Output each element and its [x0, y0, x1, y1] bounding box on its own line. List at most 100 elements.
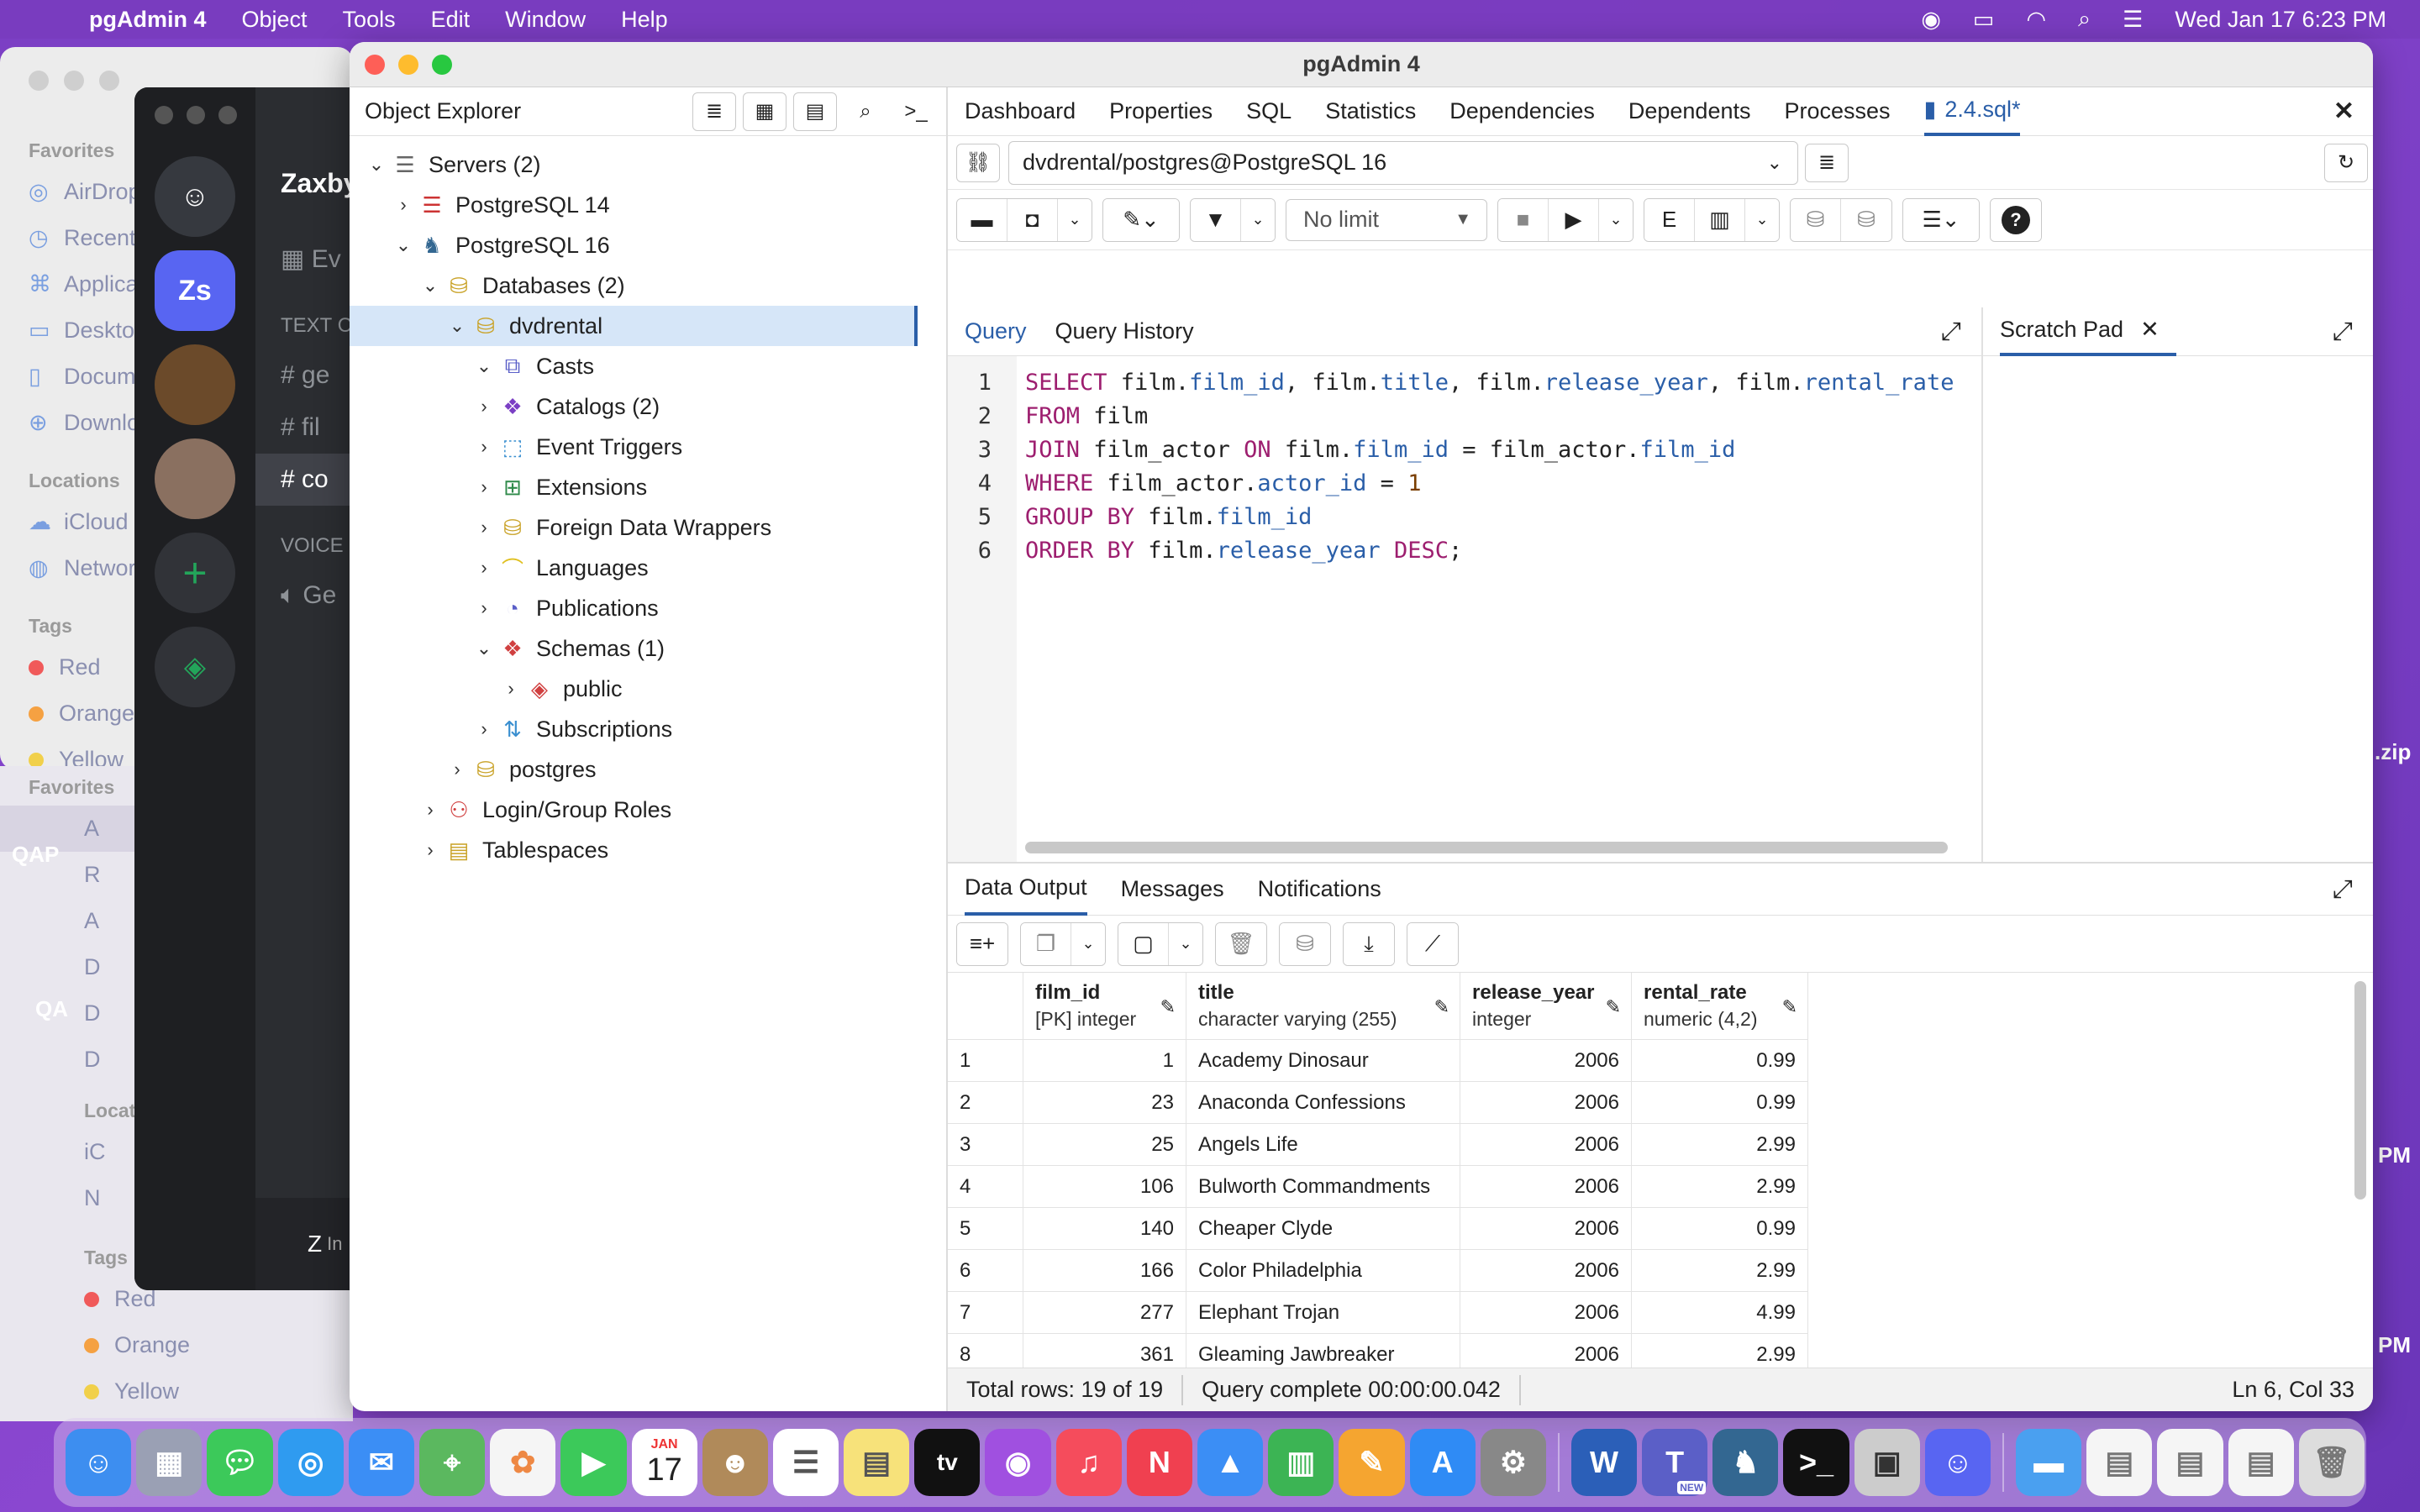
connection-status-button[interactable]: ⛓ — [956, 143, 1000, 182]
explorer-view-data-button[interactable]: ▦ — [743, 92, 786, 131]
tab-notifications[interactable]: Notifications — [1258, 864, 1381, 916]
paste-button[interactable]: ▢ — [1118, 922, 1169, 965]
edit-dropdown-button[interactable]: ✎⌄ — [1103, 198, 1179, 241]
connection-select[interactable]: dvdrental/postgres@PostgreSQL 16 ⌄ — [1008, 140, 1798, 185]
table-row[interactable]: 4 106 Bulworth Commandments 2006 2.99 — [948, 1166, 1808, 1208]
open-file-button[interactable]: ▬ — [957, 198, 1007, 241]
tab-data-output[interactable]: Data Output — [965, 864, 1087, 916]
rental-rate-cell[interactable]: 4.99 — [1632, 1292, 1808, 1333]
rental-rate-cell[interactable]: 0.99 — [1632, 1208, 1808, 1249]
table-row[interactable]: 2 23 Anaconda Confessions 2006 0.99 — [948, 1082, 1808, 1124]
discord-server-avatar-2[interactable] — [155, 438, 235, 519]
tab-messages[interactable]: Messages — [1121, 864, 1224, 916]
discord-server-avatar-1[interactable] — [155, 344, 235, 425]
tree-dvdrental[interactable]: ⌄ ⛁ dvdrental — [350, 306, 918, 346]
dock-messages-icon[interactable]: 💬︎ — [207, 1429, 273, 1496]
discord-voice-section[interactable]: VOICE C — [255, 506, 353, 570]
sql-editor[interactable]: 1 2 3 4 5 6 SELECT film.film_id, film.ti… — [948, 356, 1981, 862]
table-row[interactable]: 7 277 Elephant Trojan 2006 4.99 — [948, 1292, 1808, 1334]
maximize-icon[interactable]: ⤢ — [2333, 318, 2353, 346]
tab-dependents[interactable]: Dependents — [1628, 87, 1751, 136]
table-row[interactable]: 6 166 Color Philadelphia 2006 2.99 — [948, 1250, 1808, 1292]
dock-facetime-icon[interactable]: ▶ — [560, 1429, 627, 1496]
tree-postgresql-16[interactable]: ⌄ ♞ PostgreSQL 16 — [390, 225, 610, 265]
dock-calendar-icon[interactable]: JAN 17 — [631, 1429, 697, 1496]
chevron-down-icon[interactable]: ⌄ — [390, 234, 417, 256]
finder2-tag-yellow[interactable]: Yellow — [0, 1368, 353, 1415]
film-id-cell[interactable]: 166 — [1023, 1250, 1186, 1291]
battery-icon[interactable]: ▭ — [1973, 7, 1995, 33]
zoom-window-button[interactable] — [432, 55, 452, 75]
film-id-cell[interactable]: 1 — [1023, 1040, 1186, 1081]
tab-dependencies[interactable]: Dependencies — [1449, 87, 1595, 136]
row-number-cell[interactable]: 6 — [948, 1250, 1023, 1291]
stop-query-button[interactable]: ■ — [1498, 198, 1549, 241]
column-header-release-year[interactable]: release_year integer ✎ — [1460, 973, 1632, 1039]
tree-publications[interactable]: › ◔ Publications — [471, 588, 658, 628]
dock-safari-icon[interactable]: ◎ — [277, 1429, 344, 1496]
dock-numbers-icon[interactable]: ▥ — [1268, 1429, 1334, 1496]
rental-rate-cell[interactable]: 2.99 — [1632, 1124, 1808, 1165]
dock-notes-icon[interactable]: ▤ — [844, 1429, 910, 1496]
explorer-query-tool-button[interactable]: ≣ — [692, 92, 736, 131]
maximize-icon[interactable]: ⤢ — [1941, 318, 1961, 346]
save-options-dropdown[interactable]: ⌄ — [1058, 198, 1092, 241]
dock-reminders-icon[interactable]: ☰ — [772, 1429, 839, 1496]
grid-vertical-scrollbar[interactable] — [2354, 981, 2366, 1200]
macros-dropdown-button[interactable]: ☰⌄ — [1903, 198, 1979, 241]
tab-properties[interactable]: Properties — [1109, 87, 1213, 136]
row-number-cell[interactable]: 2 — [948, 1082, 1023, 1123]
discord-add-server-icon[interactable]: + — [155, 533, 235, 613]
film-id-cell[interactable]: 25 — [1023, 1124, 1186, 1165]
finder2-tag-orange[interactable]: Orange — [0, 1322, 353, 1368]
column-header-title[interactable]: title character varying (255) ✎ — [1186, 973, 1460, 1039]
tree-casts[interactable]: ⌄ ⧉ Casts — [471, 346, 594, 386]
explorer-filter-rows-button[interactable]: ▤ — [793, 92, 837, 131]
wifi-icon[interactable]: ◠ — [2026, 7, 2046, 33]
paste-options-dropdown[interactable]: ⌄ — [1169, 922, 1202, 965]
dock-maps-icon[interactable]: ⌖ — [418, 1429, 486, 1496]
dock-terminal-icon[interactable]: >_ — [1783, 1429, 1849, 1496]
title-cell[interactable]: Anaconda Confessions — [1186, 1082, 1460, 1123]
chevron-right-icon[interactable]: › — [471, 517, 497, 538]
dock-pgadmin-icon[interactable]: ♞ — [1712, 1429, 1779, 1496]
film-id-cell[interactable]: 106 — [1023, 1166, 1186, 1207]
discord-events[interactable]: ▦ Ev — [255, 219, 353, 286]
dock-contacts-icon[interactable]: ☻ — [702, 1429, 768, 1496]
menu-window[interactable]: Window — [505, 7, 586, 33]
dock-word-icon[interactable]: W — [1570, 1429, 1638, 1496]
film-id-cell[interactable]: 23 — [1023, 1082, 1186, 1123]
rental-rate-cell[interactable]: 0.99 — [1632, 1040, 1808, 1081]
discord-explore-icon[interactable]: ◈ — [155, 627, 235, 707]
table-row[interactable]: 3 25 Angels Life 2006 2.99 — [948, 1124, 1808, 1166]
tree-foreign-data-wrappers[interactable]: › ⛁ Foreign Data Wrappers — [471, 507, 771, 548]
dock-trash-icon[interactable]: 🗑︎ — [2298, 1429, 2365, 1496]
dock-app-store-icon[interactable]: A — [1409, 1429, 1476, 1496]
dock-launchpad-icon[interactable]: ▦ — [136, 1429, 203, 1496]
commit-button[interactable]: ⛁ — [1791, 198, 1841, 241]
discord-channel-1[interactable]: # fil — [255, 402, 353, 454]
discord-server-zs[interactable]: Zs — [155, 250, 235, 331]
dock-teams-icon[interactable]: T NEW — [1642, 1429, 1708, 1496]
tab-processes[interactable]: Processes — [1784, 87, 1890, 136]
tree-schemas[interactable]: ⌄ ❖ Schemas (1) — [471, 628, 665, 669]
chevron-right-icon[interactable]: › — [417, 839, 444, 861]
tree-postgres-db[interactable]: › ⛁ postgres — [444, 749, 596, 790]
column-header-rental-rate[interactable]: rental_rate numeric (4,2) ✎ — [1632, 973, 1808, 1039]
chevron-right-icon[interactable]: › — [417, 799, 444, 821]
tree-subscriptions[interactable]: › ⇅ Subscriptions — [471, 709, 672, 749]
dock-pages-icon[interactable]: ✎ — [1339, 1429, 1405, 1496]
maximize-icon[interactable]: ⤢ — [2333, 875, 2353, 904]
title-cell[interactable]: Angels Life — [1186, 1124, 1460, 1165]
dock-discord-icon[interactable]: ☺ — [1924, 1429, 1991, 1496]
new-connection-button[interactable]: ≣ — [1805, 143, 1849, 182]
copy-options-dropdown[interactable]: ⌄ — [1071, 922, 1105, 965]
menubar-clock[interactable]: Wed Jan 17 6:23 PM — [2175, 7, 2386, 33]
chevron-right-icon[interactable]: › — [471, 718, 497, 740]
dock-photos-icon[interactable]: ✿ — [490, 1429, 556, 1496]
dock-downloads-folder-icon[interactable]: ▬ — [2015, 1429, 2082, 1496]
discord-channel-0[interactable]: # ge — [255, 349, 353, 402]
close-tab-icon[interactable]: ✕ — [2333, 97, 2354, 126]
help-button[interactable]: ? — [1991, 198, 2041, 241]
chevron-down-icon[interactable]: ⌄ — [471, 355, 497, 377]
